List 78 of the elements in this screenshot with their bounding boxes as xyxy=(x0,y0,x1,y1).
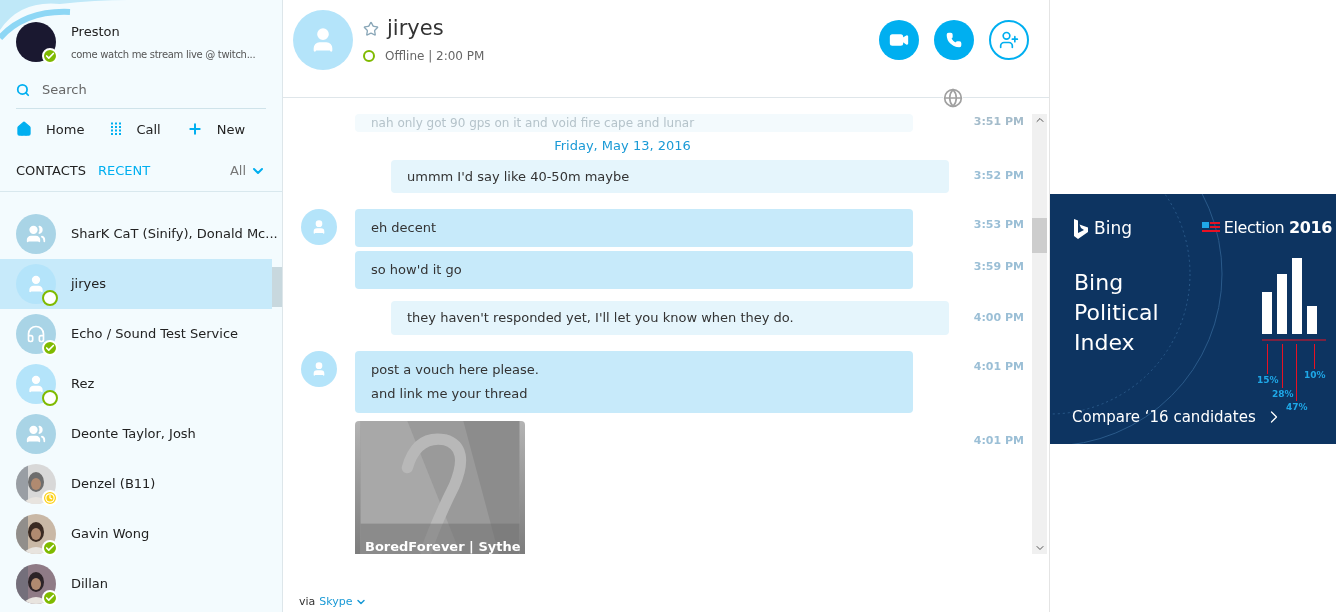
message-time: 4:01 PM xyxy=(972,358,1025,375)
contact-list-item[interactable]: Rez xyxy=(0,358,272,409)
contact-list-item[interactable]: Deonte Taylor, Josh xyxy=(0,408,272,459)
person-avatar-icon xyxy=(301,350,337,387)
presence-text: Offline | 2:00 PM xyxy=(385,48,485,65)
message-time: 3:51 PM xyxy=(972,114,1025,130)
percent-label: 47% xyxy=(1286,401,1308,414)
contact-name: SharK CaT (Sinify), Donald Mc... xyxy=(71,224,278,243)
message-bubble: ummm I'd say like 40-50m maybe xyxy=(391,159,949,193)
dialpad-icon xyxy=(110,122,123,137)
contact-list-item[interactable]: Echo / Sound Test Service xyxy=(0,308,272,359)
nav-button[interactable]: New xyxy=(186,119,246,139)
message-time: 4:00 PM xyxy=(972,309,1025,326)
link-preview-card[interactable]: BoredForever | Sythe xyxy=(355,420,525,554)
contact-list-item[interactable]: Dillan xyxy=(0,558,272,609)
call-button[interactable] xyxy=(934,20,974,60)
search-input[interactable]: Search xyxy=(42,80,242,100)
home-icon xyxy=(16,121,32,138)
contact-list-item[interactable]: jiryes xyxy=(0,258,272,309)
message-time: 3:53 PM xyxy=(972,217,1025,233)
date-divider: Friday, May 13, 2016 xyxy=(553,137,692,155)
bing-logo-icon xyxy=(1074,218,1088,239)
contact-avatar-icon xyxy=(293,10,353,70)
message-bubble: nah only got 90 gps on it and void fire cape and lunar xyxy=(355,114,913,132)
contacts-tab[interactable]: CONTACTS xyxy=(16,161,86,181)
scrollbar[interactable] xyxy=(1032,114,1047,554)
filter-dropdown[interactable]: All xyxy=(229,161,266,181)
add-contact-button[interactable] xyxy=(989,20,1029,60)
headset-avatar-icon xyxy=(16,313,56,354)
nav-button[interactable]: Home xyxy=(16,119,85,139)
scrollbar-thumb[interactable] xyxy=(1032,218,1047,253)
person-avatar-icon xyxy=(301,209,337,245)
ad-headline: Index xyxy=(1074,329,1136,357)
person-avatar-icon xyxy=(16,363,56,404)
scrollbar-thumb[interactable] xyxy=(272,266,282,307)
contact-title: jiryes xyxy=(387,18,444,39)
contact-list-item[interactable]: Gavin Wong xyxy=(0,508,272,559)
contact-name: Denzel (B11) xyxy=(71,474,156,493)
person-avatar-icon xyxy=(16,263,56,304)
message-bubble: they haven't responded yet, I'll let you know when they do. xyxy=(391,301,949,335)
group-avatar-icon xyxy=(16,213,56,254)
ad-headline: Bing xyxy=(1074,269,1125,297)
message-time: 3:59 PM xyxy=(972,259,1025,275)
bing-brand: Bing xyxy=(1094,217,1132,240)
percent-label: 10% xyxy=(1304,369,1326,382)
message-bubble: post a vouch here please. and link me your thread xyxy=(355,350,913,413)
video-call-button[interactable] xyxy=(879,20,919,60)
group-avatar-icon xyxy=(16,413,56,454)
ad-headline: Political xyxy=(1074,299,1159,327)
link-preview-title: BoredForever | Sythe xyxy=(365,538,521,554)
compare-candidates-link[interactable]: Compare ‘16 candidates xyxy=(1072,406,1284,429)
contact-name: Dillan xyxy=(71,574,109,593)
favorite-star-icon[interactable] xyxy=(363,20,379,37)
message-bubble: so how'd it go xyxy=(355,251,913,289)
search-field[interactable]: Search xyxy=(16,80,266,109)
contact-name: Echo / Sound Test Service xyxy=(71,324,239,343)
percent-label: 28% xyxy=(1272,388,1294,401)
message-time: 4:01 PM xyxy=(972,432,1025,449)
profile-name: Preston xyxy=(71,23,121,42)
nav-button[interactable]: Call xyxy=(110,119,161,139)
search-icon xyxy=(16,82,30,97)
message-bubble: eh decent xyxy=(355,209,913,247)
contact-name: jiryes xyxy=(71,274,107,293)
contact-list-item[interactable]: Denzel (B11) xyxy=(0,458,272,509)
add-person-icon xyxy=(999,30,1019,50)
phone-icon xyxy=(946,32,962,48)
contact-name: Gavin Wong xyxy=(71,524,150,543)
message-time: 3:52 PM xyxy=(972,168,1025,184)
contact-name: Deonte Taylor, Josh xyxy=(71,424,196,443)
globe-icon[interactable] xyxy=(943,88,963,108)
via-label: via xyxy=(299,593,316,610)
profile-avatar[interactable] xyxy=(16,22,56,62)
election-label: Election 2016 xyxy=(1223,217,1332,239)
contact-name: Rez xyxy=(71,374,95,393)
mood-message: come watch me stream live @ twitch... xyxy=(71,47,256,62)
flag-icon xyxy=(1201,222,1220,234)
advertisement-banner[interactable]: Bing Election 2016 Bing Political Index 15% 28% 47% 10% Compare ‘16 candidates xyxy=(1050,194,1336,444)
percent-label: 15% xyxy=(1257,374,1279,387)
